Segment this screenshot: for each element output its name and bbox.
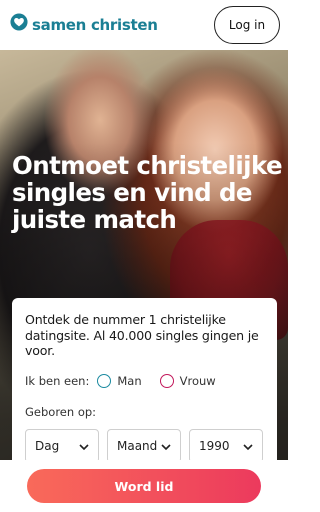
logo[interactable]: samen christen <box>10 13 158 36</box>
radio-man-label[interactable]: Man <box>117 374 141 388</box>
month-select-value: Maand <box>117 439 158 453</box>
gender-label: Ik ben een: <box>25 374 90 388</box>
year-select-value: 1990 <box>199 439 230 453</box>
month-select[interactable]: Maand <box>107 429 181 463</box>
day-select-value: Dag <box>35 439 60 453</box>
logo-text: samen christen <box>32 15 158 34</box>
heart-icon <box>10 13 32 36</box>
cta-bar: Word lid <box>0 460 288 512</box>
chevron-down-icon <box>161 444 171 451</box>
day-select[interactable]: Dag <box>25 429 99 463</box>
hero-headline: Ontmoet christelijke singles en vind de … <box>12 151 283 234</box>
gender-selector: Ik ben een: Man Vrouw <box>25 374 216 388</box>
radio-vrouw-label[interactable]: Vrouw <box>180 374 216 388</box>
year-select[interactable]: 1990 <box>189 429 263 463</box>
chevron-down-icon <box>243 444 253 451</box>
chevron-down-icon <box>79 444 89 451</box>
birthdate-label: Geboren op: <box>25 405 97 419</box>
login-button[interactable]: Log in <box>214 6 280 44</box>
signup-button[interactable]: Word lid <box>27 469 261 503</box>
radio-man[interactable] <box>97 374 112 388</box>
intro-text: Ontdek de nummer 1 christelijke datingsi… <box>25 312 259 358</box>
radio-vrouw[interactable] <box>159 374 174 388</box>
top-bar: samen christen Log in <box>0 0 288 50</box>
